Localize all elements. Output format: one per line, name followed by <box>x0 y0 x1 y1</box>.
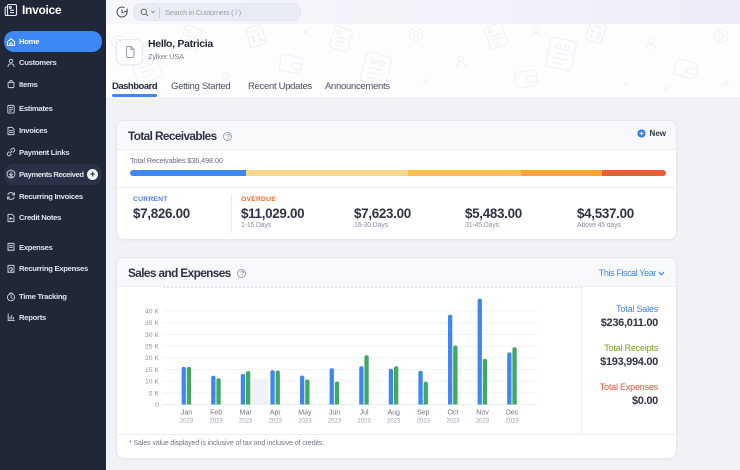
svg-text:40 K: 40 K <box>145 309 159 316</box>
svg-text:Sep: Sep <box>417 410 430 417</box>
svg-text:35 K: 35 K <box>145 320 159 327</box>
svg-text:5 K: 5 K <box>149 390 160 397</box>
svg-text:2023: 2023 <box>446 419 460 425</box>
svg-text:2023: 2023 <box>505 419 519 425</box>
svg-text:2023: 2023 <box>328 419 342 425</box>
svg-text:Dec: Dec <box>506 410 519 417</box>
svg-text:Nov: Nov <box>476 410 489 417</box>
svg-text:Aug: Aug <box>387 410 400 417</box>
svg-text:Mar: Mar <box>240 410 253 417</box>
svg-text:2023: 2023 <box>357 419 371 425</box>
svg-text:2023: 2023 <box>209 419 223 425</box>
svg-text:2023: 2023 <box>476 419 490 425</box>
svg-text:2023: 2023 <box>298 419 312 425</box>
svg-text:0: 0 <box>155 402 159 409</box>
svg-text:10 K: 10 K <box>145 379 159 386</box>
svg-text:Feb: Feb <box>210 410 222 417</box>
svg-text:May: May <box>298 410 312 417</box>
svg-text:Jan: Jan <box>181 410 192 417</box>
svg-text:15 K: 15 K <box>145 367 159 374</box>
svg-text:2023: 2023 <box>387 419 401 425</box>
svg-text:Jul: Jul <box>360 410 369 417</box>
svg-text:2023: 2023 <box>180 419 194 425</box>
svg-text:Apr: Apr <box>270 410 282 417</box>
svg-text:2023: 2023 <box>269 419 283 425</box>
svg-text:20 K: 20 K <box>145 355 159 362</box>
svg-text:2023: 2023 <box>239 419 253 425</box>
svg-text:Oct: Oct <box>447 410 458 417</box>
svg-text:Jun: Jun <box>329 410 340 417</box>
svg-text:2023: 2023 <box>417 419 431 425</box>
svg-text:30 K: 30 K <box>145 332 159 339</box>
svg-text:25 K: 25 K <box>145 344 159 351</box>
